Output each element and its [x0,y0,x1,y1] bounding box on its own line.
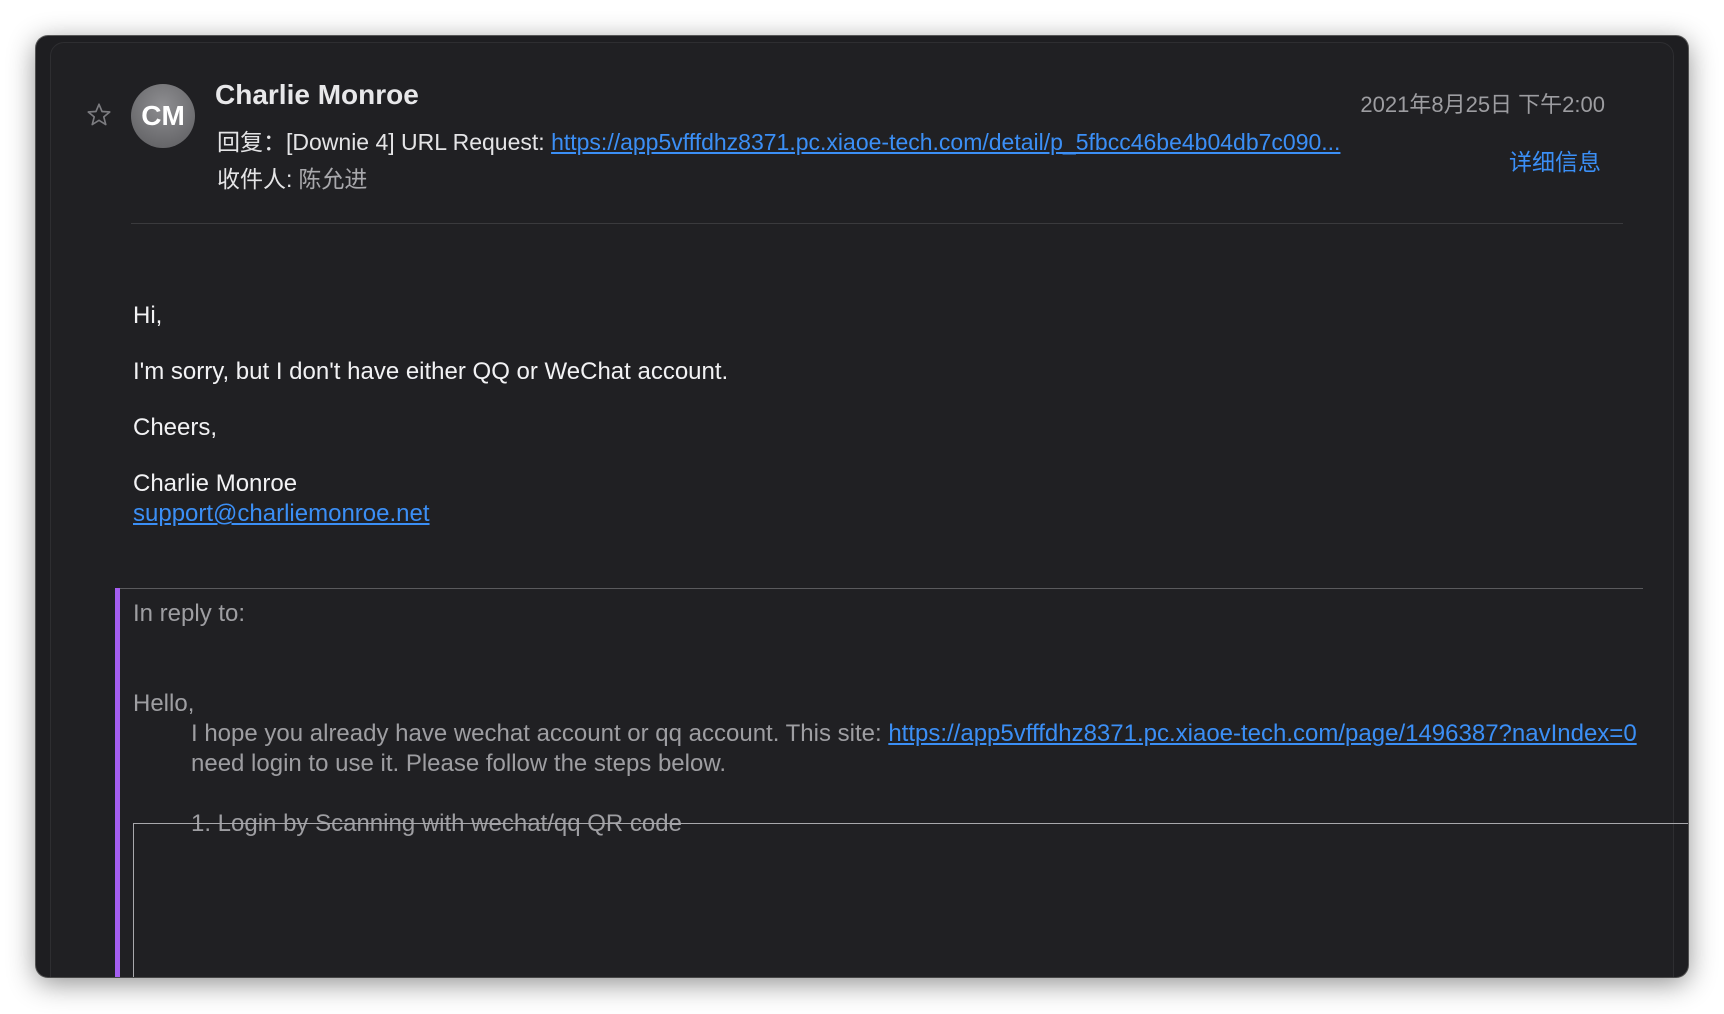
closing-text: Cheers, [133,414,218,441]
sender-name: Charlie Monroe [215,79,419,110]
header-divider [131,223,1623,224]
message-frame: CM Charlie Monroe 2021年8月25日 下午2:00 回复：[… [50,42,1688,977]
recipient-line: 收件人: 陈允进 [217,160,367,194]
signature-email-link[interactable]: support@charliemonroe.net [133,500,430,527]
quote-hello: Hello, [133,690,195,717]
details-link[interactable]: 详细信息 [1509,143,1601,177]
quote-bar [115,588,120,977]
subject-line: 回复：[Downie 4] URL Request: https://app5v… [217,123,1529,157]
star-icon[interactable] [85,101,113,129]
quote-line-suffix: need login to use it. Please follow the … [191,750,727,777]
quote-divider [115,588,1643,589]
quote-paragraph: I hope you already have wechat account o… [133,719,1673,779]
recipient-label: 收件人: [217,166,293,192]
message-date: 2021年8月25日 下午2:00 [1360,92,1605,117]
quoted-message: In reply to: Hello, I hope you already h… [133,599,1673,839]
mail-window: CM Charlie Monroe 2021年8月25日 下午2:00 回复：[… [36,36,1688,977]
qr-code-image-placeholder [133,823,1688,977]
recipient-name[interactable]: 陈允进 [298,166,367,192]
in-reply-to-label: In reply to: [133,600,246,627]
greeting-text: Hi, [133,302,163,329]
quote-site-link[interactable]: https://app5vfffdhz8371.pc.xiaoe-tech.co… [888,720,1636,747]
avatar: CM [131,84,195,148]
signature-name: Charlie Monroe [133,470,298,497]
message-text: I'm sorry, but I don't have either QQ or… [133,358,729,385]
message-body: Hi, I'm sorry, but I don't have either Q… [133,301,1633,529]
quote-line-prefix: I hope you already have wechat account o… [191,720,889,747]
subject-link[interactable]: https://app5vfffdhz8371.pc.xiaoe-tech.co… [551,129,1340,155]
subject-prefix: 回复：[Downie 4] URL Request: [217,129,552,155]
